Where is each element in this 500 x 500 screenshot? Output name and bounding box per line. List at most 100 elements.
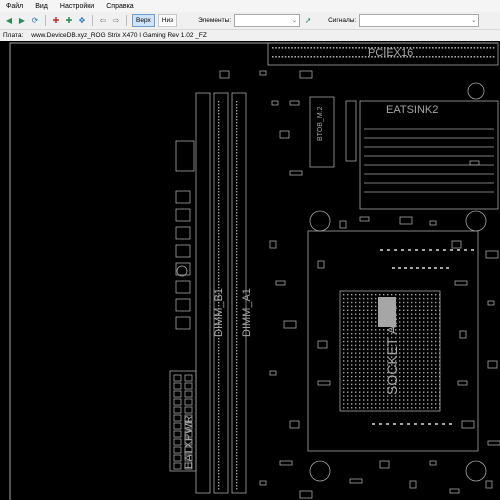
dimm-pin (236, 410, 238, 412)
socket-pad (351, 407, 353, 409)
back-icon[interactable]: ◀ (4, 16, 14, 26)
socket-pad (423, 340, 425, 343)
dimm-pin (236, 446, 238, 448)
resistor (379, 423, 382, 425)
socket-pad (415, 344, 417, 347)
socket-pad (343, 352, 345, 354)
socket-pad (427, 309, 429, 311)
menu-file[interactable]: Файл (6, 3, 23, 10)
socket-pad (351, 375, 353, 378)
dimm-pin (236, 149, 238, 151)
signals-select[interactable]: ⌄ (359, 14, 480, 27)
socket-pad (407, 348, 409, 350)
socket-pad (427, 383, 429, 386)
dimm-pin (218, 485, 220, 487)
pcie-pin (278, 47, 280, 49)
socket-pad (363, 344, 365, 347)
m2-connector (345, 100, 357, 162)
socket-pad (439, 344, 441, 347)
socket-pad (371, 372, 373, 374)
socket-pad (347, 395, 349, 397)
socket-pad (423, 294, 425, 296)
dimm-pin (236, 131, 238, 133)
forward-icon[interactable]: ▶ (17, 16, 27, 26)
socket-pad (375, 301, 377, 304)
pcie-pin (364, 47, 367, 49)
socket-pad (371, 352, 373, 354)
menu-view[interactable]: Вид (35, 3, 48, 10)
socket-pad (427, 368, 429, 370)
dimm-pin (218, 149, 220, 151)
fit-icon[interactable]: ✥ (77, 16, 87, 26)
socket-pad (351, 379, 353, 382)
socket-pad (359, 368, 361, 370)
pcie-pin (288, 47, 290, 49)
socket-pad (439, 336, 441, 339)
dimm-pin (218, 443, 220, 445)
top-side-button[interactable]: Верх (132, 14, 155, 27)
zoom-out-icon[interactable]: ✚ (64, 16, 74, 26)
mount-hole (465, 460, 487, 482)
menu-help[interactable]: Справка (106, 3, 133, 10)
socket-pad (371, 368, 373, 370)
dimm-pin (236, 317, 238, 319)
socket-pad (379, 356, 381, 358)
refresh-icon[interactable]: ⟳ (30, 16, 40, 26)
socket-pad (351, 352, 353, 354)
pcie-pin (281, 56, 284, 58)
undo-icon[interactable]: ⇦ (98, 16, 108, 26)
socket-pad (407, 344, 409, 347)
menu-settings[interactable]: Настройки (60, 3, 94, 10)
bottom-side-button[interactable]: Низ (157, 14, 178, 27)
search-go-icon[interactable]: ➚ (303, 16, 313, 26)
dimm-pin (218, 269, 220, 271)
socket-pad (343, 294, 345, 296)
socket-pad (431, 344, 433, 347)
pcie-pin (451, 56, 453, 58)
pcie-pin (310, 56, 312, 58)
socket-pad (379, 391, 381, 393)
dimm-pin (236, 278, 238, 280)
redo-icon[interactable]: ⇨ (111, 16, 121, 26)
socket-pad (371, 348, 373, 350)
pcie-pin (358, 47, 360, 49)
socket-pad (435, 317, 437, 319)
socket-pad (367, 395, 369, 397)
atx-pin (184, 398, 193, 406)
pcie-pin (281, 47, 284, 49)
socket-pad (435, 294, 437, 296)
socket-pad (371, 297, 373, 300)
socket-pad (367, 321, 369, 323)
board-canvas[interactable]: PCIEX16 EATSINK2 BTOB_M.2 SOCKET AM4 DIMM_B1… (0, 41, 500, 500)
socket-pad (343, 399, 345, 401)
socket-pad (383, 403, 385, 405)
dimm-pin (236, 326, 238, 328)
dimm-pin (218, 365, 220, 367)
socket-pad (423, 387, 425, 389)
pcie-pin (448, 56, 450, 58)
socket-pad (347, 403, 349, 405)
socket-pad (355, 317, 357, 319)
dimm-pin (236, 356, 238, 358)
socket-pad (375, 368, 377, 370)
socket-pad (427, 379, 429, 382)
socket-pad (411, 309, 413, 311)
socket-pad (359, 321, 361, 323)
elements-select[interactable]: ⌄ (234, 14, 301, 27)
socket-pad (343, 340, 345, 343)
socket-pad (375, 333, 377, 335)
dimm-pin (236, 209, 238, 211)
dimm-pin (218, 470, 220, 472)
socket-pad (419, 317, 421, 319)
socket-pad (367, 297, 369, 300)
component (175, 262, 191, 276)
pcb-view[interactable]: PCIEX16 EATSINK2 BTOB_M.2 SOCKET AM4 DIMM_B1… (0, 41, 500, 500)
socket-pad (363, 395, 365, 397)
pcie-pin (483, 56, 485, 58)
socket-pad (375, 313, 377, 315)
zoom-in-icon[interactable]: ✚ (51, 16, 61, 26)
dimm-pin (218, 200, 220, 202)
resistor (449, 423, 452, 425)
socket-pad (367, 383, 369, 386)
resistor (434, 267, 437, 269)
